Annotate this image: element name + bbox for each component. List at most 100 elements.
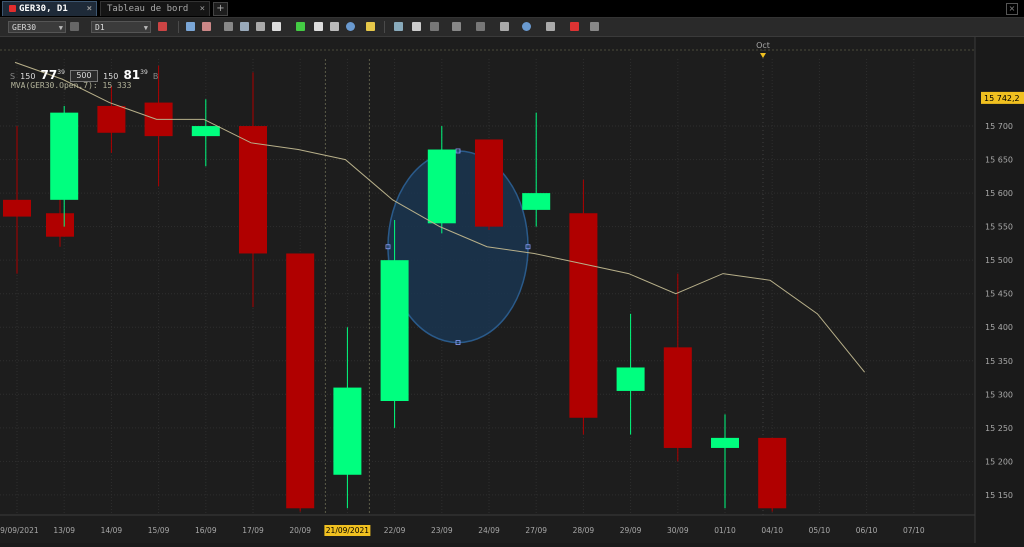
- y-tick-label: 15 300: [985, 390, 1013, 399]
- candle-body[interactable]: [3, 199, 31, 217]
- candle-body[interactable]: [50, 112, 79, 200]
- pencil-icon[interactable]: [366, 22, 375, 31]
- close-tab-icon[interactable]: ×: [87, 2, 92, 17]
- x-tick-label: 27/09: [525, 526, 547, 535]
- candle-body[interactable]: [758, 437, 787, 509]
- candle-body[interactable]: [711, 437, 739, 448]
- x-tick-label: 24/09: [478, 526, 500, 535]
- x-tick-label: 29/09: [620, 526, 642, 535]
- indicator-legend[interactable]: MVA(GER30.Open,7): 15 333: [11, 81, 131, 90]
- y-tick-label: 15 600: [985, 189, 1013, 198]
- price-chart[interactable]: 15 700 15 650 15 600 15 550 15 500 15 450 15 4…: [0, 37, 1024, 543]
- sell-price[interactable]: 77: [41, 68, 58, 82]
- channel-icon[interactable]: [476, 22, 485, 31]
- buy-price[interactable]: 81: [123, 68, 140, 82]
- sell-price-decimals: 39: [57, 69, 65, 76]
- lock-icon[interactable]: [70, 22, 79, 31]
- delete-icon[interactable]: [570, 22, 579, 31]
- y-tick-label: 15 500: [985, 256, 1013, 265]
- timeframe-value: D1: [95, 23, 105, 32]
- sell-label[interactable]: S: [10, 72, 15, 81]
- eye-icon[interactable]: [330, 22, 339, 31]
- ellipse-drawing[interactable]: [387, 150, 529, 344]
- candle-body[interactable]: [239, 126, 267, 254]
- arrow-icon[interactable]: [394, 22, 403, 31]
- month-marker-label: Oct: [756, 41, 770, 50]
- candle-body[interactable]: [522, 193, 551, 210]
- y-tick-label: 15 250: [985, 424, 1013, 433]
- candle-type-icon[interactable]: [158, 22, 167, 31]
- line-icon[interactable]: [500, 22, 509, 31]
- indicator-icon[interactable]: [296, 22, 305, 31]
- x-tick-label: 23/09: [431, 526, 453, 535]
- y-tick-label: 15 550: [985, 223, 1013, 232]
- add-tab-button[interactable]: +: [213, 2, 228, 16]
- tab-strategy-dashboard[interactable]: Tableau de bord strategie (0/0) ×: [100, 1, 210, 29]
- tab-ger30-d1[interactable]: GER30, D1 ×: [2, 1, 97, 16]
- candle-body[interactable]: [616, 367, 645, 391]
- current-price-label: 15 742,2: [984, 94, 1020, 103]
- shapes-icon[interactable]: [430, 22, 439, 31]
- chart-toolbar: GER30 ▼ D1 ▼: [0, 18, 1024, 37]
- x-tick-label: 05/10: [809, 526, 831, 535]
- trading-window: GER30, D1 × Tableau de bord strategie (0…: [0, 0, 1024, 543]
- symbol-select[interactable]: GER30 ▼: [8, 21, 66, 33]
- y-tick-label: 15 350: [985, 357, 1013, 366]
- x-tick-label: 17/09: [242, 526, 264, 535]
- candle-body[interactable]: [333, 387, 362, 475]
- quote-widget: S 150 7739 500 150 8139 B: [10, 64, 159, 82]
- x-tick-label: 28/09: [573, 526, 595, 535]
- x-tick-label: 09/09/2021: [0, 526, 39, 535]
- globe-icon[interactable]: [346, 22, 355, 31]
- chevron-down-icon: ▼: [58, 24, 63, 32]
- fibonacci-icon[interactable]: [452, 22, 461, 31]
- comment-icon[interactable]: [314, 22, 323, 31]
- x-tick-label: 06/10: [856, 526, 878, 535]
- candle-body[interactable]: [663, 347, 692, 448]
- x-tick-label: 04/10: [761, 526, 783, 535]
- close-window-icon[interactable]: ×: [1006, 3, 1018, 15]
- tab-bar: GER30, D1 × Tableau de bord strategie (0…: [0, 0, 1024, 29]
- candle-body[interactable]: [380, 260, 409, 401]
- zoom-icon[interactable]: [240, 22, 249, 31]
- x-tick-label: 13/09: [53, 526, 75, 535]
- buy-price-prefix[interactable]: 150: [103, 72, 118, 81]
- month-marker-arrow: [760, 53, 766, 58]
- point-icon[interactable]: [272, 22, 281, 31]
- symbol-value: GER30: [12, 23, 37, 32]
- crosshair-icon[interactable]: [256, 22, 265, 31]
- grid-icon[interactable]: [186, 22, 195, 31]
- text-icon[interactable]: [412, 22, 421, 31]
- y-tick-label: 15 650: [985, 156, 1013, 165]
- bid-ask-icon[interactable]: [202, 22, 211, 31]
- y-tick-label: 15 450: [985, 290, 1013, 299]
- candle-body[interactable]: [46, 213, 74, 237]
- ellipse-icon[interactable]: [522, 22, 531, 31]
- sell-price-prefix[interactable]: 150: [20, 72, 35, 81]
- candle-body[interactable]: [427, 149, 456, 224]
- x-tick-label: 22/09: [384, 526, 406, 535]
- x-tick-label: 14/09: [101, 526, 123, 535]
- close-tab-icon[interactable]: ×: [200, 2, 205, 17]
- settings-icon[interactable]: [590, 22, 599, 31]
- x-tick-label: 20/09: [289, 526, 311, 535]
- x-tick-label: 21/09/2021: [326, 526, 369, 535]
- timeframe-select[interactable]: D1 ▼: [91, 21, 151, 33]
- y-tick-label: 15 700: [985, 122, 1013, 131]
- candle-body[interactable]: [97, 105, 126, 133]
- candle-body[interactable]: [286, 253, 315, 509]
- y-tick-label: 15 200: [985, 457, 1013, 466]
- x-tick-label: 30/09: [667, 526, 689, 535]
- chart-canvas[interactable]: 15 700 15 650 15 600 15 550 15 500 15 450 15 4…: [0, 37, 1024, 543]
- template-icon[interactable]: [546, 22, 555, 31]
- x-tick-label: 01/10: [714, 526, 736, 535]
- buy-price-decimals: 39: [140, 69, 148, 76]
- candle-body[interactable]: [191, 126, 220, 137]
- x-tick-label: 16/09: [195, 526, 217, 535]
- candle-body[interactable]: [475, 139, 503, 227]
- buy-label[interactable]: B: [153, 72, 159, 81]
- candle-body[interactable]: [569, 213, 598, 418]
- instrument-flag-icon: [9, 5, 16, 12]
- y-tick-label: 15 150: [985, 491, 1013, 500]
- cursor-icon[interactable]: [224, 22, 233, 31]
